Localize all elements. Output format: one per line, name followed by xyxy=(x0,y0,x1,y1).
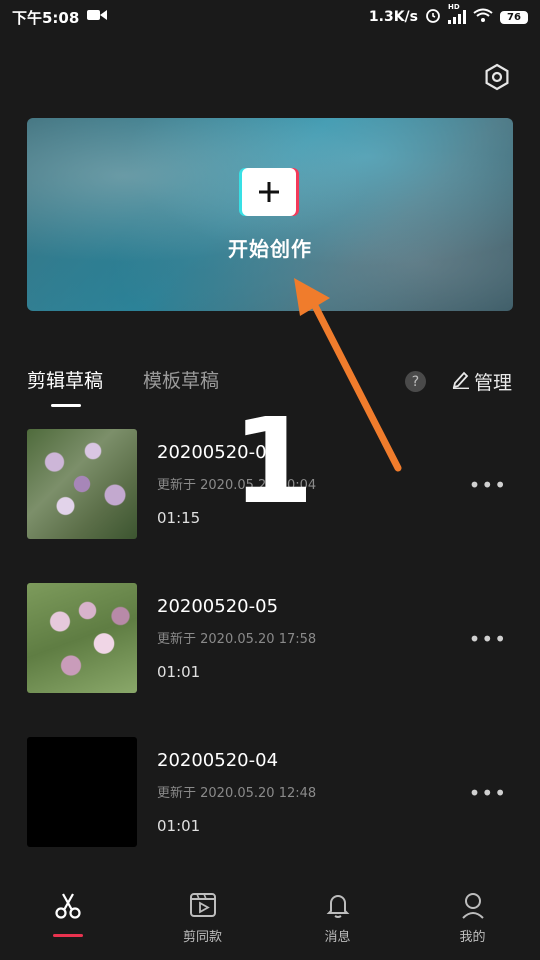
draft-duration: 01:15 xyxy=(157,509,201,527)
start-creating-banner[interactable]: 开始创作 xyxy=(27,118,513,311)
gear-icon xyxy=(482,63,512,96)
template-play-icon xyxy=(188,890,218,924)
nav-label: 我的 xyxy=(459,930,486,945)
scissors-icon xyxy=(53,890,83,924)
plus-icon xyxy=(242,168,296,216)
annotation-arrow-icon xyxy=(294,278,402,472)
manage-label: 管理 xyxy=(474,372,513,394)
more-options-icon[interactable]: ••• xyxy=(469,627,507,651)
signal-icon: HD xyxy=(448,3,466,24)
status-bar: 下午5:08 1.3K/s HD 76 xyxy=(0,0,540,34)
draft-duration: 01:01 xyxy=(157,663,201,681)
video-camera-icon xyxy=(87,8,108,26)
nav-messages[interactable]: 消息 xyxy=(270,880,405,945)
status-time: 下午5:08 xyxy=(12,8,80,27)
nav-templates[interactable]: 剪同款 xyxy=(135,880,270,945)
start-creating-label: 开始创作 xyxy=(228,237,312,261)
draft-duration: 01:01 xyxy=(157,817,201,835)
nav-active-indicator xyxy=(52,934,83,937)
tab-edit-drafts[interactable]: 剪辑草稿 xyxy=(27,366,103,407)
draft-item[interactable]: 20200520-05 更新于 2020.05.20 17:58 01:01 •… xyxy=(27,583,513,693)
draft-thumbnail xyxy=(27,583,137,693)
draft-title: 20200520-05 xyxy=(157,596,279,617)
draft-tabs: 剪辑草稿 模板草稿 xyxy=(27,366,219,407)
battery-icon: 76 xyxy=(500,10,528,24)
draft-item[interactable]: 20200520-04 更新于 2020.05.20 12:48 01:01 •… xyxy=(27,737,513,847)
bottom-nav: 剪同款 消息 我的 xyxy=(0,880,540,960)
manage-button[interactable]: 管理 xyxy=(452,368,512,395)
draft-title: 20200520-04 xyxy=(157,750,279,771)
draft-thumbnail xyxy=(27,429,137,539)
nav-edit[interactable] xyxy=(0,880,135,937)
bell-icon xyxy=(323,890,353,924)
signal-badge: HD xyxy=(448,3,460,11)
alarm-icon xyxy=(425,7,441,27)
draft-thumbnail xyxy=(27,737,137,847)
tab-template-drafts[interactable]: 模板草稿 xyxy=(143,366,219,393)
battery-level: 76 xyxy=(507,11,521,23)
pencil-icon xyxy=(452,369,470,394)
user-icon xyxy=(458,890,488,924)
nav-profile[interactable]: 我的 xyxy=(405,880,540,945)
settings-button[interactable] xyxy=(482,62,512,92)
more-options-icon[interactable]: ••• xyxy=(469,781,507,805)
draft-updated: 更新于 2020.05.20 12:48 xyxy=(157,786,317,801)
nav-label: 消息 xyxy=(324,930,351,945)
more-options-icon[interactable]: ••• xyxy=(469,473,507,497)
wifi-icon xyxy=(473,8,493,27)
nav-label: 剪同款 xyxy=(182,930,222,945)
draft-updated: 更新于 2020.05.20 17:58 xyxy=(157,632,317,647)
net-speed: 1.3K/s xyxy=(368,9,418,25)
